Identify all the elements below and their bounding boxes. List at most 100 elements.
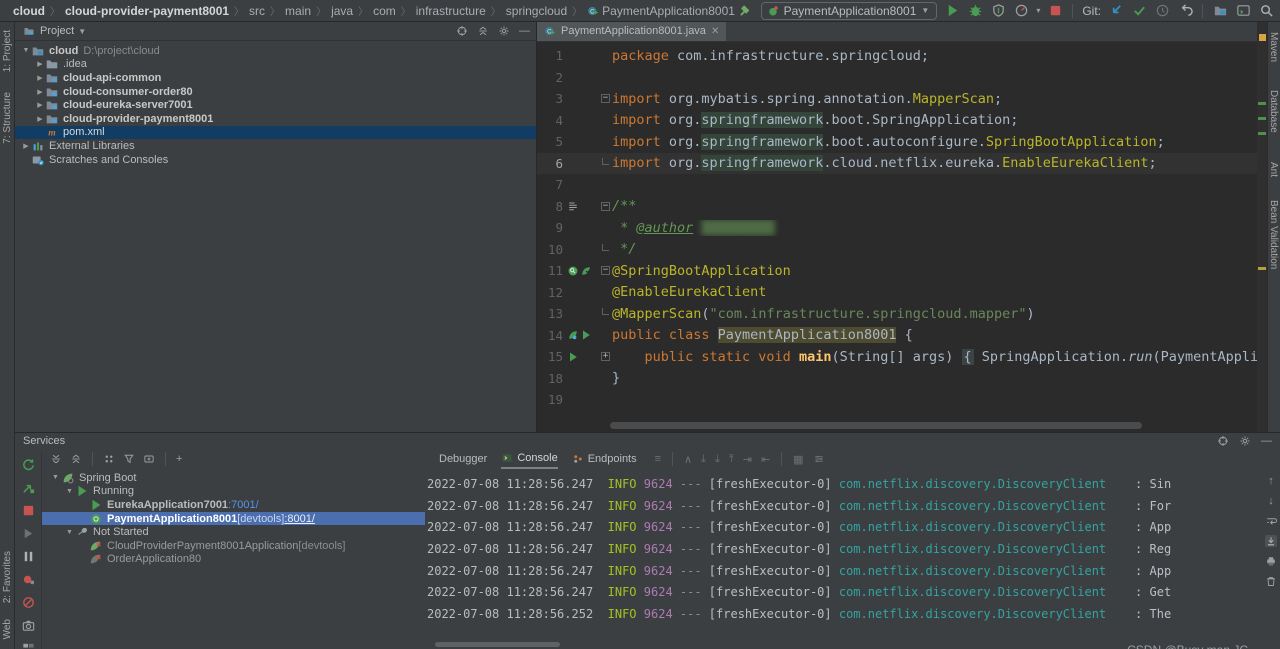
step-over-icon[interactable]: ∧	[684, 453, 692, 466]
editor-error-stripe[interactable]	[1257, 22, 1267, 432]
tool-window-button-7-structure[interactable]: 7: Structure	[0, 92, 15, 148]
collapse-all-button[interactable]	[70, 453, 82, 465]
project-panel-title[interactable]: Project	[40, 25, 74, 37]
grid-view-icon[interactable]: ▦	[793, 453, 803, 466]
project-tree-item-scratches-and-consoles[interactable]: Scratches and Consoles	[15, 153, 536, 167]
run-icon[interactable]	[567, 351, 579, 363]
run-icon[interactable]	[580, 329, 592, 341]
tool-window-button-ant[interactable]: Ant	[1267, 162, 1280, 177]
service-item-not-started[interactable]: ▼ Not Started	[42, 525, 425, 539]
tree-down-arrow-icon[interactable]: ▼	[64, 488, 75, 495]
tool-window-button-2-favorites[interactable]: 2: Favorites	[0, 551, 15, 607]
console-output[interactable]: 2022-07-08 11:28:56.247 INFO 9624 --- [f…	[427, 473, 1262, 649]
javadoc-icon[interactable]	[567, 200, 579, 212]
rerun-button[interactable]	[20, 456, 36, 472]
breadcrumb-item[interactable]: infrastructure	[416, 4, 486, 18]
project-tree-item-cloud-api-common[interactable]: ▶ cloud-api-common	[15, 71, 536, 85]
scroll-down-icon[interactable]: ⤓	[715, 453, 720, 466]
breadcrumb-item[interactable]: src	[249, 4, 265, 18]
tree-right-arrow-icon[interactable]: ▶	[35, 60, 45, 68]
next-occurrence-icon[interactable]: ⇥	[743, 453, 752, 466]
tool-window-button-web[interactable]: Web	[0, 619, 15, 643]
coverage-button[interactable]	[990, 3, 1006, 19]
breadcrumb-item[interactable]: java	[331, 4, 353, 18]
code-line-5[interactable]: 5 import org.springframework.boot.autocon…	[537, 131, 1258, 153]
thread-dump-button[interactable]	[20, 617, 36, 633]
run-configuration-select[interactable]: PaymentApplication8001 ▼	[760, 1, 938, 20]
fold-collapse-icon[interactable]: −	[601, 94, 610, 104]
fold-collapse-icon[interactable]: −	[601, 266, 610, 276]
project-tree-item-cloud-eureka-server7001[interactable]: ▶ cloud-eureka-server7001	[15, 98, 536, 112]
breadcrumb-item[interactable]: cloud-provider-payment8001	[65, 4, 229, 18]
collapse-all-button[interactable]	[477, 25, 489, 37]
fold-collapse-icon[interactable]: −	[601, 201, 610, 211]
service-suffix[interactable]: :8001/	[284, 513, 315, 525]
code-lines[interactable]: 1 package com.infrastructure.springcloud;…	[537, 42, 1258, 411]
project-tree-item-cloud[interactable]: ▼ cloud D:\project\cloud	[15, 44, 536, 58]
project-tree-item--idea[interactable]: ▶ .idea	[15, 58, 536, 72]
code-line-3[interactable]: 3 − import org.mybatis.spring.annotation.M…	[537, 88, 1258, 110]
mute-breakpoints-button[interactable]	[20, 594, 36, 610]
editor-area[interactable]: C PaymentApplication8001.java ✕ 1 package…	[537, 22, 1258, 432]
up-stack-trace-icon[interactable]: ↑	[1268, 475, 1274, 487]
breadcrumb-item[interactable]: cloud	[13, 4, 45, 18]
tree-right-arrow-icon[interactable]: ▶	[35, 115, 45, 123]
prev-occurrence-icon[interactable]: ⇤	[761, 453, 770, 466]
stop-button[interactable]	[20, 502, 36, 518]
tree-down-arrow-icon[interactable]: ▼	[21, 47, 31, 54]
run-button[interactable]	[944, 3, 960, 19]
tab-console[interactable]: Console	[501, 449, 558, 469]
tab-endpoints[interactable]: Endpoints	[572, 449, 637, 469]
tree-down-arrow-icon[interactable]: ▼	[64, 529, 75, 536]
scroll-to-end-icon[interactable]	[1265, 535, 1277, 547]
service-item-cloudproviderpayment8001application[interactable]: CloudProviderPayment8001Application [dev…	[42, 539, 425, 553]
project-tree-item-cloud-consumer-order80[interactable]: ▶ cloud-consumer-order80	[15, 85, 536, 99]
code-line-11[interactable]: 11 − @SpringBootApplication	[537, 260, 1258, 282]
editor-tab[interactable]: C PaymentApplication8001.java ✕	[537, 22, 727, 41]
fold-expand-icon[interactable]: +	[601, 352, 610, 362]
pause-button[interactable]	[20, 548, 36, 564]
project-tree-item-cloud-provider-payment8001[interactable]: ▶ cloud-provider-payment8001	[15, 112, 536, 126]
locate-file-button[interactable]	[456, 25, 468, 37]
service-item-orderapplication80[interactable]: OrderApplication80	[42, 553, 425, 567]
print-icon[interactable]	[1265, 555, 1277, 567]
code-line-7[interactable]: 7	[537, 174, 1258, 196]
scroll-up-icon[interactable]: ⤒	[729, 453, 734, 466]
clear-all-icon[interactable]	[1265, 575, 1277, 587]
project-structure-button[interactable]	[1212, 3, 1228, 19]
gear-icon[interactable]	[498, 25, 510, 37]
soft-wrap-icon[interactable]	[1265, 515, 1277, 527]
code-line-4[interactable]: 4 import org.springframework.boot.SpringA…	[537, 110, 1258, 132]
filter-button[interactable]	[123, 453, 135, 465]
scroll-down-icon[interactable]: ⤓	[701, 453, 706, 466]
tool-window-button-maven[interactable]: Maven	[1267, 32, 1280, 62]
code-line-19[interactable]: 19	[537, 389, 1258, 411]
tool-window-button-bean-validation[interactable]: Bean Validation	[1267, 200, 1280, 269]
editor-horizontal-scrollbar[interactable]	[610, 422, 1142, 429]
code-line-6[interactable]: 6 import org.springframework.cloud.netfli…	[537, 152, 1258, 174]
code-line-8[interactable]: 8 −/**	[537, 196, 1258, 218]
stripe-inspection-mark[interactable]	[1259, 34, 1266, 41]
breadcrumb-item[interactable]: springcloud	[506, 4, 567, 18]
console-horizontal-scrollbar[interactable]	[435, 642, 560, 647]
gear-icon[interactable]	[1239, 435, 1251, 447]
expand-all-button[interactable]	[50, 453, 62, 465]
tree-right-arrow-icon[interactable]: ▶	[35, 74, 45, 82]
tree-right-arrow-icon[interactable]: ▶	[21, 142, 31, 150]
profiler-chevron-icon[interactable]: ▾	[1036, 6, 1040, 15]
tree-down-arrow-icon[interactable]: ▼	[50, 474, 61, 481]
code-line-9[interactable]: 9 * @author █████████	[537, 217, 1258, 239]
tab-debugger[interactable]: Debugger	[439, 449, 487, 469]
tool-window-button-database[interactable]: Database	[1267, 90, 1280, 133]
leafcheck-icon[interactable]	[580, 265, 592, 277]
service-item-eurekaapplication7001[interactable]: EurekaApplication7001 :7001/	[42, 498, 425, 512]
tool-window-button-1-project[interactable]: 1: Project	[0, 30, 15, 76]
bean-icon[interactable]	[567, 265, 579, 277]
code-line-2[interactable]: 2	[537, 67, 1258, 89]
settings-sliders-icon[interactable]	[813, 453, 825, 465]
code-line-13[interactable]: 13 @MapperScan("com.infrastructure.spring…	[537, 303, 1258, 325]
run-anything-button[interactable]	[1235, 3, 1251, 19]
breadcrumb-item[interactable]: C PaymentApplication8001	[587, 4, 735, 18]
breadcrumb-item[interactable]: com	[373, 4, 396, 18]
resume-button[interactable]	[20, 525, 36, 541]
